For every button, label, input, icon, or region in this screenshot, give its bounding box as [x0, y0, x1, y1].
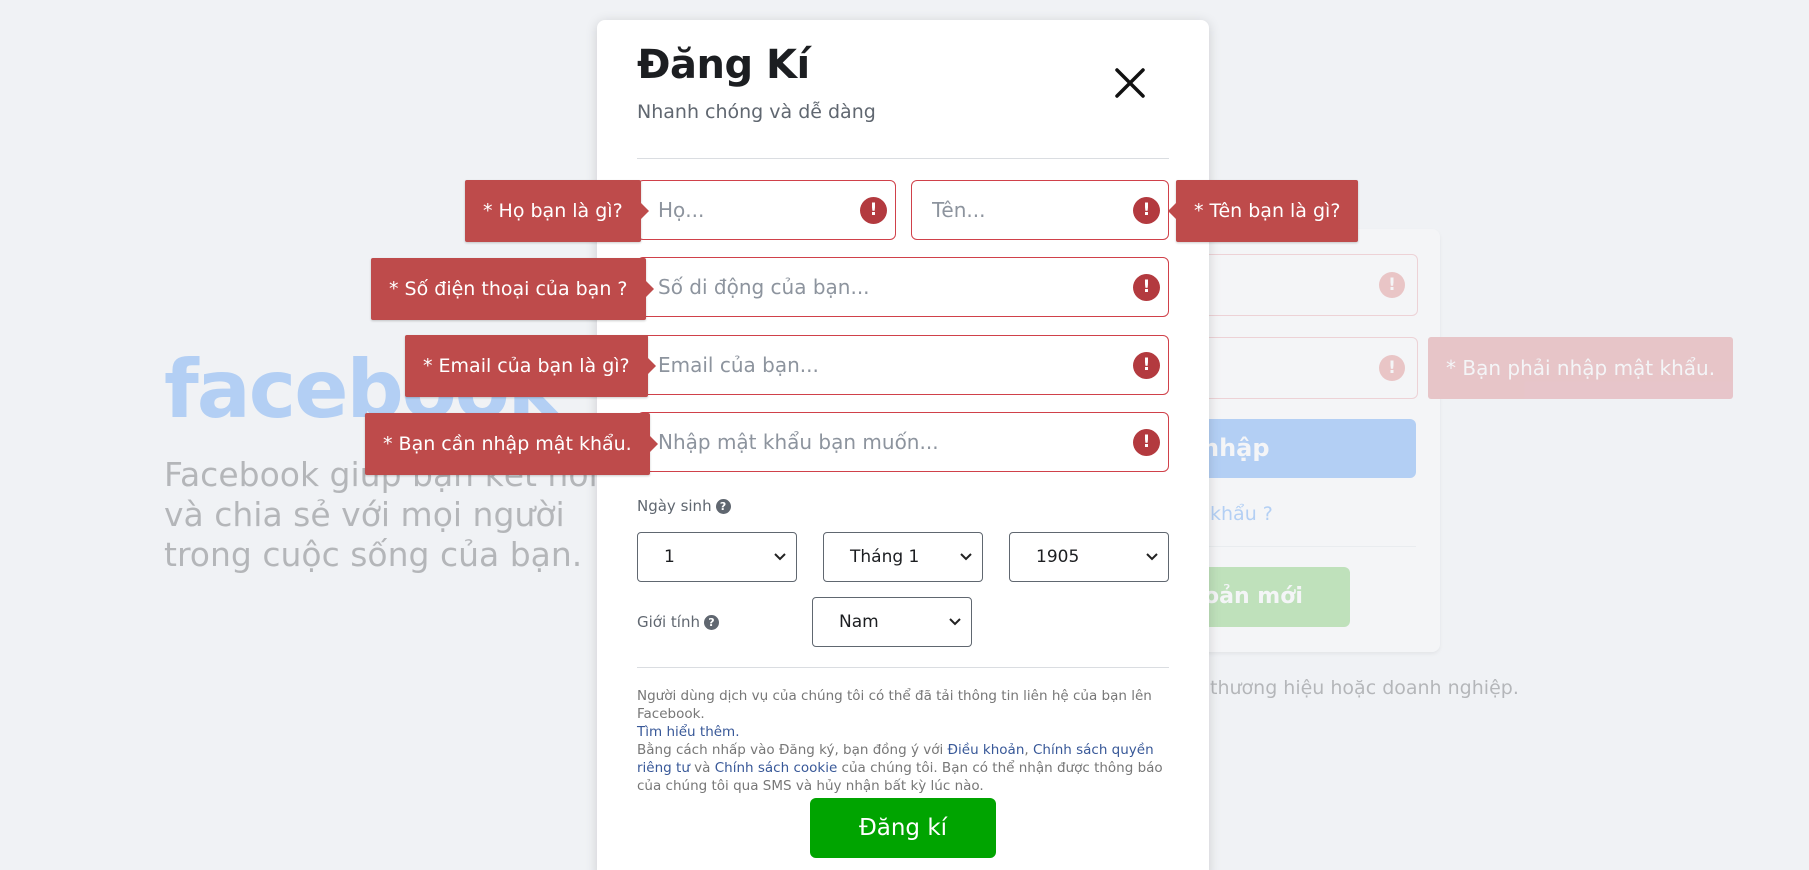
- email-field[interactable]: !: [637, 335, 1169, 395]
- legal-line1: Người dùng dịch vụ của chúng tôi có thể …: [637, 688, 1152, 722]
- alert-icon: !: [1133, 274, 1160, 301]
- gender-select[interactable]: Nam: [812, 597, 972, 647]
- legal-sep: ,: [1024, 742, 1033, 758]
- modal-subtitle: Nhanh chóng và dễ dàng: [637, 101, 876, 123]
- create-page-note: thương hiệu hoặc doanh nghiệp.: [1210, 677, 1519, 699]
- terms-link[interactable]: Điều khoản: [948, 742, 1025, 758]
- phone-input[interactable]: [658, 258, 1118, 316]
- gender-value: Nam: [839, 612, 879, 632]
- email-input[interactable]: [658, 336, 1118, 394]
- close-button[interactable]: [1107, 60, 1153, 106]
- birthday-year-value: 1905: [1036, 547, 1080, 567]
- alert-icon: !: [1133, 197, 1160, 224]
- gender-label-text: Giới tính: [637, 613, 700, 631]
- learn-more-link[interactable]: Tìm hiểu thêm.: [637, 724, 740, 740]
- legal-and: và: [689, 760, 715, 776]
- phone-field[interactable]: !: [637, 257, 1169, 317]
- modal-title: Đăng Kí: [637, 42, 810, 88]
- first-name-input[interactable]: [932, 181, 1118, 239]
- chevron-down-icon: [774, 553, 786, 561]
- login-password-error-tooltip: * Bạn phải nhập mật khẩu.: [1428, 337, 1734, 399]
- gender-label: Giới tính?: [637, 613, 719, 631]
- alert-icon: !: [1133, 429, 1160, 456]
- birthday-label: Ngày sinh?: [637, 497, 731, 515]
- last-name-field[interactable]: !: [637, 180, 896, 240]
- login-button-label: nhập: [1202, 434, 1270, 462]
- birthday-label-text: Ngày sinh: [637, 497, 712, 515]
- cookie-policy-link[interactable]: Chính sách cookie: [715, 760, 838, 776]
- birthday-month-select[interactable]: Tháng 1: [823, 532, 983, 582]
- signup-button[interactable]: Đăng kí: [810, 798, 996, 858]
- signup-modal: Đăng Kí Nhanh chóng và dễ dàng ! ! ! !: [597, 20, 1209, 870]
- help-icon[interactable]: ?: [715, 499, 731, 514]
- legal-notice: Người dùng dịch vụ của chúng tôi có thể …: [637, 687, 1169, 795]
- create-account-label: oản mới: [1204, 584, 1303, 609]
- password-field[interactable]: !: [637, 412, 1169, 472]
- alert-icon: !: [860, 197, 887, 224]
- first-name-field[interactable]: !: [911, 180, 1169, 240]
- birthday-day-value: 1: [664, 547, 675, 567]
- birthday-day-select[interactable]: 1: [637, 532, 797, 582]
- page: facebook Facebook giúp bạn kết nối và ch…: [0, 0, 1809, 870]
- password-input[interactable]: [658, 413, 1118, 471]
- header-divider: [637, 158, 1169, 159]
- phone-error-tooltip: * Số điện thoại của bạn ?: [371, 258, 653, 320]
- close-icon: [1115, 68, 1145, 98]
- forgot-password-link: khẩu ?: [1210, 503, 1273, 525]
- password-error-tooltip: * Bạn cần nhập mật khẩu.: [365, 413, 658, 475]
- first-name-error-tooltip: * Tên bạn là gì?: [1167, 180, 1359, 242]
- last-name-input[interactable]: [658, 181, 845, 239]
- chevron-down-icon: [949, 618, 961, 626]
- birthday-month-value: Tháng 1: [850, 547, 920, 567]
- last-name-error-tooltip: * Họ bạn là gì?: [465, 180, 649, 242]
- birthday-year-select[interactable]: 1905: [1009, 532, 1169, 582]
- email-error-tooltip: * Email của bạn là gì?: [405, 335, 656, 397]
- alert-icon: !: [1379, 272, 1405, 298]
- chevron-down-icon: [960, 553, 972, 561]
- chevron-down-icon: [1146, 553, 1158, 561]
- form-divider: [637, 667, 1169, 668]
- alert-icon: !: [1379, 355, 1405, 381]
- help-icon[interactable]: ?: [703, 615, 719, 630]
- alert-icon: !: [1133, 352, 1160, 379]
- legal-line2-pre: Bằng cách nhấp vào Đăng ký, bạn đồng ý v…: [637, 742, 948, 758]
